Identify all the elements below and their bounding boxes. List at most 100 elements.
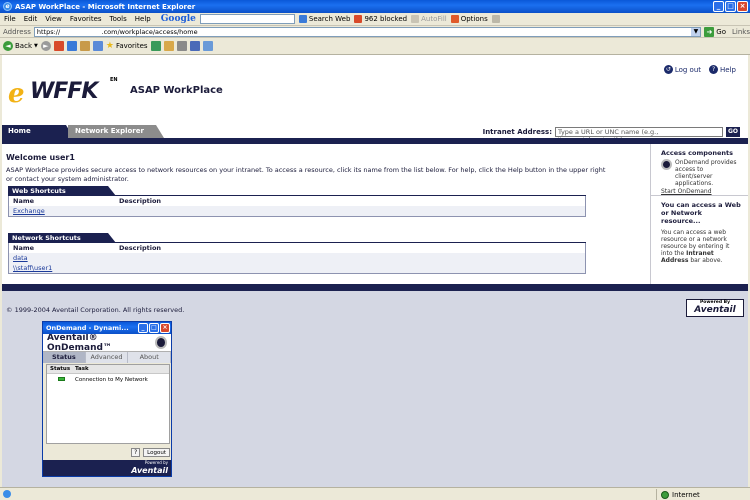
copyright: © 1999-2004 Aventail Corporation. All ri… [6,306,185,314]
resource-help-text: You can access a web resource or a netwo… [661,229,742,264]
logout-link[interactable]: ↺ Log out [663,65,702,74]
resource-help-title: You can access a Web or Network resource… [661,201,741,225]
popup-blocker-button[interactable]: 962 blocked [354,15,407,23]
ondemand-icon [661,159,672,170]
logo-e: e [8,79,25,109]
ie-icon: e [3,2,12,11]
logout-icon: ↺ [663,65,673,74]
shortcut-staff-user1-link[interactable]: \\staff\user1 [9,264,119,272]
search-web-label: Search Web [308,15,351,23]
column-description: Description [119,197,162,205]
shortcut-data-link[interactable]: data [9,254,119,262]
logout-label: Log out [674,65,702,74]
menu-favorites[interactable]: Favorites [66,15,106,23]
resource-help-panel: You can access a Web or Network resource… [651,196,748,264]
resource-help-text-2: bar above. [690,257,723,264]
star-icon: ★ [105,41,114,51]
help-link[interactable]: ? Help [709,65,736,74]
favorites-button[interactable]: ★ Favorites [106,41,148,51]
ondemand-maximize-button[interactable]: □ [149,323,159,333]
browser-window: e ASAP WorkPlace - Microsoft Internet Ex… [0,0,750,500]
edit-icon[interactable] [189,41,200,51]
google-search-button[interactable]: Search Web [298,15,351,23]
ondemand-close-button[interactable]: × [160,323,170,333]
refresh-icon[interactable] [66,41,77,51]
forward-arrow-icon[interactable]: ► [40,41,51,51]
google-toolbar: Google Search Web 962 blocked AutoFill O… [161,14,500,24]
tab-home[interactable]: Home [2,125,74,138]
google-search-input[interactable] [199,14,295,24]
back-button[interactable]: ◄ Back ▼ [3,41,38,51]
ondemand-help-button[interactable]: ? [131,448,141,457]
intranet-input[interactable]: Type a URL or UNC name (e.g., \\server\s… [555,126,723,144]
mail-icon[interactable] [163,41,174,51]
ondemand-tabs: Status Advanced About [43,352,172,363]
tab-network-explorer[interactable]: Network Explorer [68,125,164,138]
section-divider [8,195,586,196]
ondemand-title-bar: OnDemand - Dynami... _ □ × [43,322,171,334]
menu-edit[interactable]: Edit [20,15,42,23]
address-dropdown-icon[interactable]: ▼ [691,27,701,36]
table-header: Name Description [9,196,585,206]
close-button[interactable]: × [737,1,748,12]
task-list-header: Status Task [47,365,169,374]
pencil-icon[interactable] [491,15,500,23]
history-icon[interactable] [150,41,161,51]
messenger-icon[interactable] [202,41,213,51]
go-arrow-icon[interactable]: ➜ [704,26,715,37]
powered-by-logo: Powered By Aventail [686,299,744,317]
window-title: ASAP WorkPlace - Microsoft Internet Expl… [15,2,196,11]
tab-status[interactable]: Status [43,352,86,363]
intranet-address-bar: Intranet Address: Type a URL or UNC name… [482,125,740,144]
ondemand-window: OnDemand - Dynami... _ □ × Aventail® OnD… [42,321,172,477]
intranet-go-button[interactable]: GO [726,126,740,137]
back-dropdown-icon[interactable]: ▼ [34,43,38,49]
column-status: Status [50,366,71,372]
search-icon[interactable] [92,41,103,51]
access-components-panel: Access components OnDemand provides acce… [651,144,748,196]
table-row: Exchange [9,206,585,216]
menu-tools[interactable]: Tools [106,15,131,23]
table-row: \\staff\user1 [9,263,585,273]
tab-advanced[interactable]: Advanced [85,352,129,363]
powered-by-brand: Aventail [694,305,736,315]
autofill-button[interactable]: AutoFill [411,15,447,23]
stop-icon[interactable] [53,41,64,51]
tab-about[interactable]: About [128,352,172,363]
ondemand-logout-button[interactable]: Logout [143,448,170,457]
logo-en: EN [110,77,118,83]
list-item[interactable]: Connection to My Network [47,374,169,385]
menu-view[interactable]: View [41,15,66,23]
network-shortcuts-table: Name Description data \\staff\user1 [8,243,586,274]
standard-toolbar: ◄ Back ▼ ► ★ Favorites [0,38,750,55]
maximize-button[interactable]: □ [725,1,736,12]
web-shortcuts-section: Web Shortcuts Name Description Exchange [8,186,586,217]
ondemand-footer: Powered by Aventail [43,460,171,476]
address-input[interactable]: https:// .com/workplace/access/home ▼ [33,26,702,37]
menu-help[interactable]: Help [131,15,155,23]
google-logo[interactable]: Google [161,14,196,24]
welcome-heading: Welcome user1 [6,153,75,162]
connected-status-icon [58,376,65,381]
blocked-count: 962 blocked [364,15,408,23]
menu-file[interactable]: File [0,15,20,23]
links-label[interactable]: Links [732,28,750,36]
app-name: ASAP WorkPlace [130,84,223,96]
ondemand-minimize-button[interactable]: _ [138,323,148,333]
start-ondemand-link[interactable]: Start OnDemand [661,188,742,195]
main-content: Welcome user1 ASAP WorkPlace provides se… [2,144,650,284]
options-button[interactable]: Options [450,15,488,23]
home-icon[interactable] [79,41,90,51]
column-description: Description [119,244,162,252]
status-bar: Internet [0,487,750,500]
minimize-button[interactable]: _ [713,1,724,12]
search-web-icon [298,15,307,23]
sidebar: Access components OnDemand provides acce… [650,144,748,284]
shortcut-exchange-link[interactable]: Exchange [9,207,119,215]
print-icon[interactable] [176,41,187,51]
access-components-text: OnDemand provides access to client/serve… [675,159,737,187]
address-label: Address [3,27,31,36]
go-label[interactable]: Go [716,28,726,36]
zone-label: Internet [672,490,700,499]
intranet-label: Intranet Address: [482,127,552,136]
